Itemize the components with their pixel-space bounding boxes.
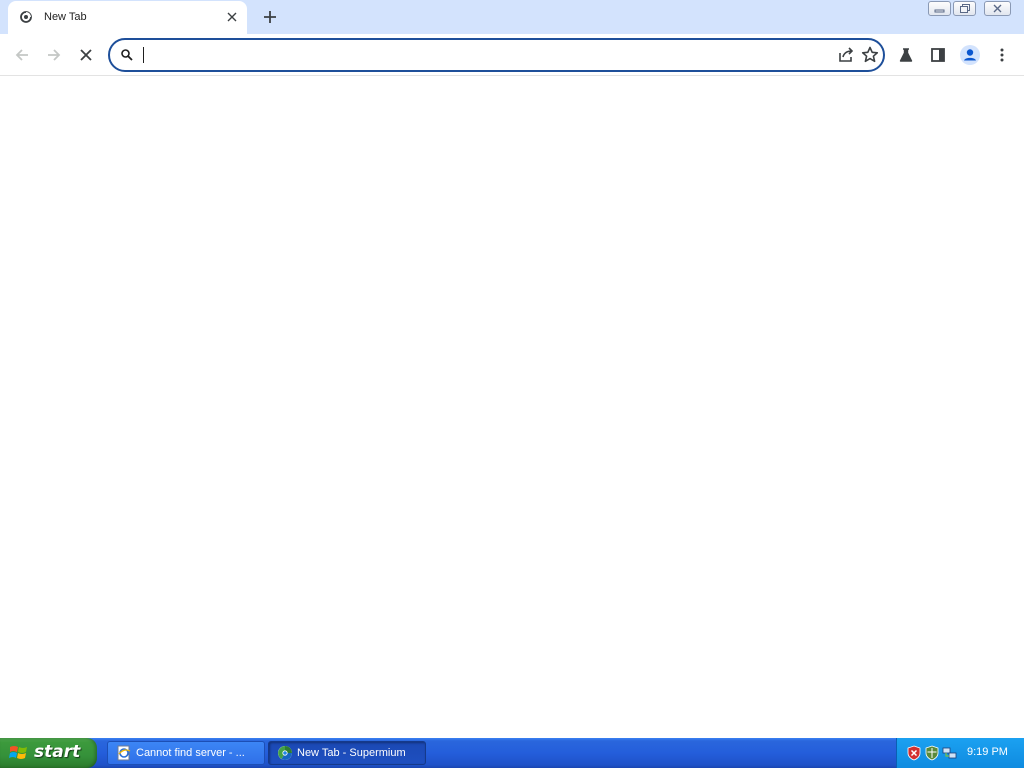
close-icon — [993, 4, 1002, 13]
minimize-icon — [934, 9, 945, 12]
close-icon — [80, 49, 92, 61]
restore-icon — [959, 4, 970, 13]
ie-page-icon — [117, 745, 131, 761]
flask-icon — [899, 48, 913, 62]
taskbar-item-cannot-find-server[interactable]: Cannot find server - ... — [107, 741, 265, 765]
address-input[interactable] — [142, 45, 822, 65]
clock[interactable]: 9:19 PM — [967, 746, 1008, 758]
security-alert-icon[interactable] — [906, 745, 922, 761]
text-caret — [143, 47, 144, 63]
window-close-button[interactable] — [984, 1, 1011, 16]
side-panel-icon — [931, 48, 945, 62]
supermium-icon — [20, 11, 32, 23]
window-restore-button[interactable] — [953, 1, 976, 16]
new-tab-button[interactable] — [258, 5, 282, 29]
address-bar[interactable] — [108, 38, 885, 72]
side-panel-button[interactable] — [924, 41, 952, 69]
arrow-left-icon — [15, 49, 28, 61]
search-icon — [121, 49, 133, 61]
bookmark-star-icon[interactable] — [860, 45, 880, 65]
tab-title: New Tab — [44, 11, 87, 23]
tab-close-button[interactable] — [224, 9, 240, 25]
back-button[interactable] — [8, 41, 36, 69]
taskbar-item-label: New Tab - Supermium — [297, 747, 406, 759]
supermium-icon — [278, 746, 292, 760]
tab-new-tab[interactable]: New Tab — [8, 1, 247, 34]
system-tray: 9:19 PM — [896, 738, 1024, 768]
taskbar: start Cannot find server - ... New Tab -… — [0, 738, 1024, 768]
forward-button[interactable] — [40, 41, 68, 69]
tab-strip: New Tab — [0, 0, 1024, 34]
stop-loading-button[interactable] — [72, 41, 100, 69]
plus-icon — [264, 11, 276, 23]
page-content[interactable] — [0, 77, 1024, 738]
taskbar-item-label: Cannot find server - ... — [136, 747, 245, 759]
network-icon[interactable] — [942, 745, 958, 761]
arrow-right-icon — [48, 49, 61, 61]
close-icon — [227, 12, 237, 22]
browser-menu-button[interactable] — [988, 41, 1016, 69]
share-icon[interactable] — [836, 45, 856, 65]
window-minimize-button[interactable] — [928, 1, 951, 16]
taskbar-item-new-tab-supermium[interactable]: New Tab - Supermium — [268, 741, 426, 765]
windows-logo-icon — [9, 746, 27, 759]
more-vertical-icon — [1000, 48, 1004, 62]
start-button[interactable]: start — [0, 738, 97, 768]
avatar-icon — [960, 45, 980, 65]
browser-toolbar — [0, 34, 1024, 76]
start-label: start — [34, 742, 81, 762]
labs-button[interactable] — [892, 41, 920, 69]
shield-icon[interactable] — [924, 745, 940, 761]
profile-button[interactable] — [956, 41, 984, 69]
